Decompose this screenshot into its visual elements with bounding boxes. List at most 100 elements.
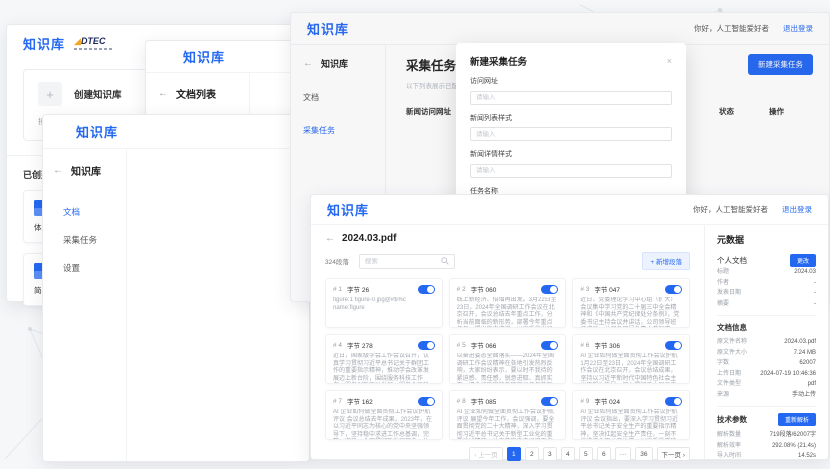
pagination-page-4[interactable]: 4 [561,447,575,461]
back-arrow-icon[interactable]: ← [53,165,63,176]
logo-mark-icon: ◢ [74,36,81,46]
panel-row: 作者- [717,278,816,289]
chunk-grid: # 1字节 26 figure:1 figure-0.jpg@#$%c name:… [325,278,690,440]
chunk-text: figure:1 figure-0.jpg@#$%c name:figure [333,297,435,327]
chunk-enabled-toggle[interactable] [418,397,435,406]
chunk-card-header: # 9字节 024 [580,396,682,406]
field-input-访问网址[interactable] [470,91,672,105]
panel-row-label: 解析效率 [717,441,741,452]
sidebar-item-文档[interactable]: 文档 [43,198,309,226]
metadata-panel: 元数据 个人文档 更改 标题2024.03作者-发表日期-摘要- 文档信息 原文… [704,225,828,459]
chunk-enabled-toggle[interactable] [541,285,558,294]
panel-row-value: 292.08% (21.4s) [772,441,816,452]
field-input-新闻详情样式[interactable] [470,164,672,178]
pagination-page-2[interactable]: 2 [525,447,539,461]
panel-row: 解析效率 292.08% (21.4s) [717,441,816,452]
logo-tagline [74,48,114,50]
chunk-size-label: 字节 26 [347,284,369,294]
chunk-card[interactable]: # 7字节 162AI 企业如何做全面贯彻工作会议护航评议 会议总结去年成果，2… [325,390,443,440]
chunk-size-label: 字节 162 [347,396,373,406]
back-arrow-icon[interactable]: ← [158,88,168,99]
pagination-page-6[interactable]: 6 [597,447,611,461]
pagination-page-3[interactable]: 3 [543,447,557,461]
chunk-size-label: 字节 306 [594,340,620,350]
panel-row-label: 上传日期 [717,369,741,380]
tech-params-header: 技术参数 [717,414,747,425]
pagination-page-1[interactable]: 1 [507,447,521,461]
chunk-text: AI 企业如何做全面贯彻工作会议护航 1月22日至23日，2024年全国调研工作… [580,353,682,383]
chunk-enabled-toggle[interactable] [665,285,682,294]
sidebar-item-设置[interactable]: 设置 [43,254,309,282]
panel-row-value: 719段落/62007字 [770,430,816,441]
panel-row-label: 字数 [717,358,729,369]
chunk-enabled-toggle[interactable] [541,341,558,350]
chunk-size-label: 字节 066 [471,340,497,350]
pagination-ellipsis[interactable]: ··· [615,447,632,461]
file-info-rows: 原文件名称2024.03.pdf原文件大小7.24 MB字数62007上传日期2… [717,337,816,400]
chunk-index: # 7 [333,398,342,405]
panel-row-label: 原文件名称 [717,337,747,348]
logout-link[interactable]: 退出登录 [782,204,812,215]
pagination-page-5[interactable]: 5 [579,447,593,461]
chunk-card-header: # 3字节 047 [580,284,682,294]
window-document-detail: 知识库 你好，人工智能爱好者 退出登录 ← 2024.03.pdf 324段落 [310,194,829,460]
screen: 知识库 ◢DTEC + 创建知识库 接入企业的文本数据或通过 Webhook实时… [0,0,830,469]
chunk-card[interactable]: # 4字节 278近日，国家级学会工作会议召开，认真学习贯彻习近平总书记关于群团… [325,334,443,384]
chunk-text: 以奋进姿态全面落实——2024年全国调研工作会议精神在各地引发热烈反响，大家纷纷… [457,353,559,383]
chunk-text: 近日，国家级学会工作会议召开，认真学习贯彻习近平总书记关于群团工作的重要指示精神… [333,353,435,383]
change-type-button[interactable]: 更改 [790,254,816,267]
chunk-card[interactable]: # 6 字节 306 AI 企业如何做全面贯彻工作会议护航 1月22日至23日，20… [572,334,690,384]
field-label: 新闻列表样式 [470,113,672,123]
panel-row-value: 2024.03 [794,267,816,278]
panel-row-value: - [814,288,816,299]
chunk-card[interactable]: # 1字节 26 figure:1 figure-0.jpg@#$%c name:… [325,278,443,328]
chunk-card[interactable]: # 2字节 060线上新经济、倍增再出发。3月22日至23日，2024年全国调研… [449,278,567,328]
pagination-prev[interactable]: ‹ 上一页 [469,447,502,461]
search-input[interactable] [365,258,437,265]
tech-params-rows: 解析数量719段落/62007字解析效率292.08% (21.4s)导入时间1… [717,430,816,459]
pagination-page-36[interactable]: 36 [635,447,652,461]
panel-row-label: 发表日期 [717,288,741,299]
kb-back-label: 知识库 [71,163,101,178]
pagination-next[interactable]: 下一页 › [657,447,690,461]
chunk-enabled-toggle[interactable] [418,285,435,294]
panel-row: 原文件大小7.24 MB [717,348,816,359]
add-paragraph-button[interactable]: + 新增段落 [642,252,690,270]
chunk-card[interactable]: # 8字节 085AI 企业如何做全面贯彻工作会议护航评议 展望今年工作，会议强… [449,390,567,440]
meta-rows: 标题2024.03作者-发表日期-摘要- [717,267,816,309]
chunk-card[interactable]: # 5字节 066以奋进姿态全面落实——2024年全国调研工作会议精神在各地引发… [449,334,567,384]
chunk-enabled-toggle[interactable] [665,397,682,406]
chunk-size-label: 字节 278 [347,340,373,350]
chunk-card[interactable]: # 3字节 047近日，党委理论学习中心组（扩大）会议集中学习党的二十届三中全会… [572,278,690,328]
panel-row: 解析数量719段落/62007字 [717,430,816,441]
chunk-card-header: # 6 字节 306 [580,340,682,350]
field-label: 新闻详情样式 [470,149,672,159]
modal-field: 访问网址 [470,76,672,105]
close-icon[interactable]: × [667,56,672,66]
panel-row-value: 2024.03.pdf [784,337,816,348]
greeting-text: 你好，人工智能爱好者 [693,204,768,215]
chunk-card-header: # 2字节 060 [457,284,559,294]
panel-row: 摘要- [717,299,816,310]
chunk-enabled-toggle[interactable] [665,341,682,350]
chunk-enabled-toggle[interactable] [418,341,435,350]
kb-sidebar-nav: 文档采集任务设置 [43,198,309,282]
reparse-button[interactable]: 重新解析 [778,413,816,426]
panel-row-label: 摘要 [717,299,729,310]
app-title: 知识库 [327,200,369,219]
field-input-新闻列表样式[interactable] [470,127,672,141]
sidebar-divider [126,149,127,461]
chunk-card-header: # 8字节 085 [457,396,559,406]
chunk-index: # 6 [580,342,589,349]
chunk-card-header: # 1字节 26 [333,284,435,294]
modal-field: 新闻列表样式 [470,113,672,142]
search-box[interactable] [359,254,455,269]
dtec-logo: ◢DTEC [74,37,114,50]
chunk-enabled-toggle[interactable] [541,397,558,406]
sidebar-item-采集任务[interactable]: 采集任务 [43,226,309,254]
chunk-size-label: 字节 024 [594,396,620,406]
pagination: ‹ 上一页 123456 ···36 下一页 › [325,447,690,461]
app-title: 知识库 [183,47,225,66]
back-arrow-icon[interactable]: ← [325,233,335,244]
chunk-card[interactable]: # 9字节 024AI 企业如何做全面贯彻工作会议护航评议 会议指出，要深入学习… [572,390,690,440]
